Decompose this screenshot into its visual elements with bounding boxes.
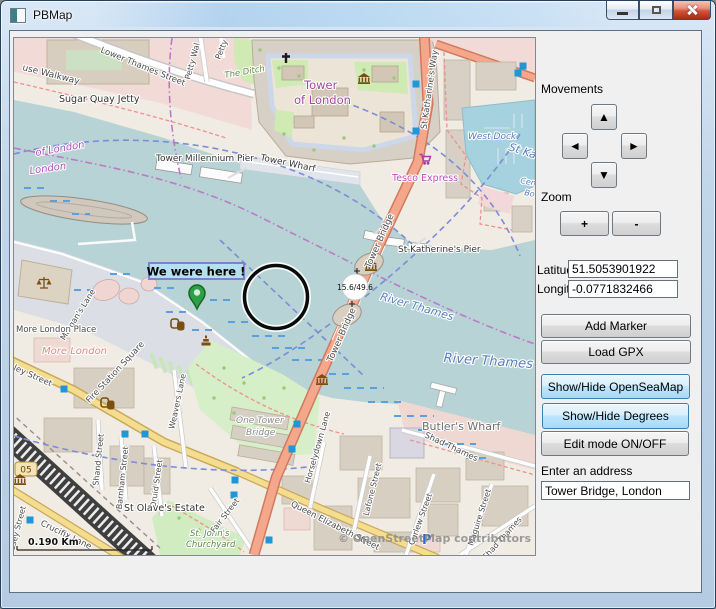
seamark-square-icon xyxy=(122,431,129,438)
seamark-square-icon xyxy=(413,81,420,88)
map-label: West Dock xyxy=(468,132,517,142)
maximize-icon xyxy=(652,6,661,14)
map-label: More London Place xyxy=(16,325,96,335)
zoom-out-button[interactable]: - xyxy=(612,211,661,236)
map-container[interactable]: 05 xyxy=(13,37,536,556)
move-right-button[interactable]: ► xyxy=(621,133,647,159)
pin-hole xyxy=(194,289,200,295)
map-label: of London xyxy=(294,93,351,107)
toggle-openseamap-button[interactable]: Show/Hide OpenSeaMap xyxy=(541,374,690,399)
window-title: PBMap xyxy=(33,8,72,22)
title-bar[interactable]: PBMap xyxy=(1,1,715,30)
minimize-button[interactable] xyxy=(606,1,639,20)
app-icon xyxy=(10,8,26,23)
latitude-input[interactable] xyxy=(568,260,678,278)
seamark-square-icon xyxy=(61,386,68,393)
map-label: Bridge xyxy=(246,428,276,438)
map-label: Bo xyxy=(524,188,535,199)
edit-mode-button[interactable]: Edit mode ON/OFF xyxy=(541,431,689,456)
movements-label: Movements xyxy=(541,82,603,96)
seamark-square-icon xyxy=(142,431,149,438)
map-label: St Olave's Estate xyxy=(124,503,205,514)
zoom-in-button[interactable]: + xyxy=(560,211,609,236)
svg-text:05: 05 xyxy=(20,466,31,476)
toggle-degrees-button[interactable]: Show/Hide Degrees xyxy=(542,403,689,429)
map-label: One Tower xyxy=(236,416,285,426)
seamark-square-icon xyxy=(266,537,273,544)
move-down-button[interactable]: ▼ xyxy=(591,162,617,188)
map-label: Tower xyxy=(303,78,338,92)
map-label: More London xyxy=(42,346,107,357)
svg-text:15.6/49.6: 15.6/49.6 xyxy=(337,283,373,292)
map-label: Sugar Quay Jetty xyxy=(59,94,140,105)
client-area: 05 xyxy=(9,30,702,593)
seamark-square-icon xyxy=(27,517,34,524)
map-label: Butler's Wharf xyxy=(422,420,502,433)
maximize-button[interactable] xyxy=(639,1,673,20)
seamark-square-icon xyxy=(232,477,239,484)
svg-text:0.190 Km: 0.190 Km xyxy=(28,537,79,548)
seamark-square-icon xyxy=(515,70,522,77)
address-label: Enter an address xyxy=(541,464,632,478)
add-marker-button[interactable]: Add Marker xyxy=(541,314,691,338)
move-up-button[interactable]: ▲ xyxy=(591,104,617,130)
road-shield: 05 xyxy=(15,462,37,476)
map-label: St Katherine's Pier xyxy=(398,245,481,255)
move-left-button[interactable]: ◄ xyxy=(562,133,588,159)
seamark-square-icon xyxy=(413,128,420,135)
seamark-square-icon xyxy=(289,446,296,453)
map-label: Churchyard xyxy=(186,540,236,550)
zoom-label: Zoom xyxy=(541,190,572,204)
seamark-square-icon xyxy=(294,421,301,428)
map-label: Tesco Express xyxy=(391,173,458,184)
marker-tooltip-text: We were here ! xyxy=(147,265,246,279)
map-canvas[interactable]: 05 xyxy=(14,38,535,555)
attribution: © OpenStreetMap contributors xyxy=(338,532,532,545)
load-gpx-button[interactable]: Load GPX xyxy=(541,340,691,364)
close-icon xyxy=(686,4,698,16)
app-window: PBMap xyxy=(0,0,716,609)
map-label: Tower Millennium Pier xyxy=(155,154,254,164)
address-input[interactable] xyxy=(541,481,690,500)
close-button[interactable] xyxy=(673,1,711,20)
titlebar-glass xyxy=(91,3,621,27)
minimize-icon xyxy=(617,12,628,15)
seamark-square-icon xyxy=(520,63,527,70)
longitude-input[interactable] xyxy=(568,280,678,298)
